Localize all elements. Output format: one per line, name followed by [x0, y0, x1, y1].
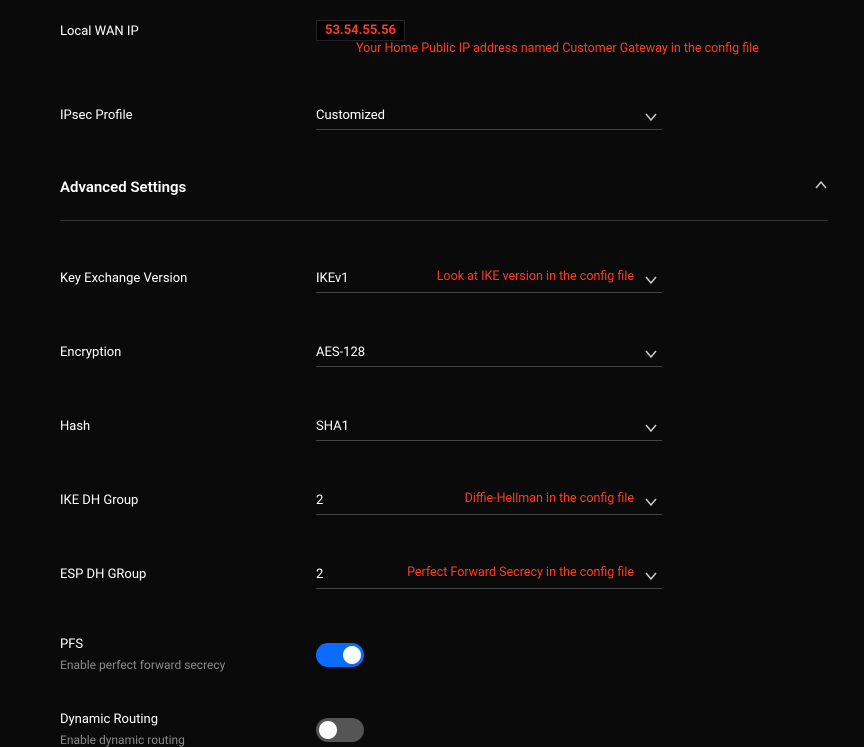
row-dynamic-routing: Dynamic Routing Enable dynamic routing	[60, 712, 828, 747]
esp-dh-select[interactable]: 2 Perfect Forward Secrecy in the config …	[316, 563, 662, 589]
pfs-toggle[interactable]	[316, 643, 364, 667]
advanced-settings-header[interactable]: Advanced Settings	[60, 178, 828, 221]
row-local-wan-ip: Local WAN IP 53.54.55.56 Your Home Publi…	[60, 20, 828, 56]
esp-dh-value: 2	[316, 567, 323, 582]
ipsec-profile-select[interactable]: Customized	[316, 104, 662, 130]
label-encryption: Encryption	[60, 341, 316, 360]
ipsec-profile-value: Customized	[316, 108, 385, 123]
toggle-knob	[343, 646, 361, 664]
label-ike-dh: IKE DH Group	[60, 489, 316, 508]
ike-dh-value: 2	[316, 493, 323, 508]
encryption-select[interactable]: AES-128	[316, 341, 662, 367]
esp-dh-note: Perfect Forward Secrecy in the config fi…	[407, 565, 634, 580]
chevron-down-icon	[644, 421, 658, 439]
label-local-wan-ip: Local WAN IP	[60, 20, 316, 39]
local-wan-ip-input[interactable]: 53.54.55.56	[316, 20, 405, 41]
label-ipsec-profile: IPsec Profile	[60, 104, 316, 123]
sub-pfs: Enable perfect forward secrecy	[60, 658, 316, 672]
hash-select[interactable]: SHA1	[316, 415, 662, 441]
row-pfs: PFS Enable perfect forward secrecy	[60, 637, 828, 672]
advanced-settings-title: Advanced Settings	[60, 178, 186, 196]
row-key-exchange: Key Exchange Version IKEv1 Look at IKE v…	[60, 267, 828, 293]
key-exchange-select[interactable]: IKEv1 Look at IKE version in the config …	[316, 267, 662, 293]
chevron-down-icon	[644, 347, 658, 365]
encryption-value: AES-128	[316, 345, 365, 360]
local-wan-ip-note: Your Home Public IP address named Custom…	[356, 41, 759, 56]
row-encryption: Encryption AES-128	[60, 341, 828, 367]
field-local-wan-ip: 53.54.55.56 Your Home Public IP address …	[316, 20, 828, 56]
ike-dh-note: Diffie-Hellman in the config file	[465, 491, 634, 506]
label-dynamic-routing: Dynamic Routing	[60, 712, 316, 727]
ike-dh-select[interactable]: 2 Diffie-Hellman in the config file	[316, 489, 662, 515]
chevron-down-icon	[644, 569, 658, 587]
chevron-down-icon	[644, 110, 658, 128]
toggle-knob	[319, 721, 337, 739]
row-ike-dh: IKE DH Group 2 Diffie-Hellman in the con…	[60, 489, 828, 515]
key-exchange-value: IKEv1	[316, 271, 349, 286]
key-exchange-note: Look at IKE version in the config file	[437, 269, 634, 284]
hash-value: SHA1	[316, 419, 349, 434]
chevron-up-icon	[814, 178, 828, 196]
row-hash: Hash SHA1	[60, 415, 828, 441]
row-ipsec-profile: IPsec Profile Customized	[60, 104, 828, 130]
chevron-down-icon	[644, 495, 658, 513]
row-esp-dh: ESP DH GRoup 2 Perfect Forward Secrecy i…	[60, 563, 828, 589]
label-hash: Hash	[60, 415, 316, 434]
chevron-down-icon	[644, 273, 658, 291]
label-esp-dh: ESP DH GRoup	[60, 563, 316, 582]
label-pfs: PFS	[60, 637, 316, 652]
dynamic-routing-toggle[interactable]	[316, 718, 364, 742]
label-key-exchange: Key Exchange Version	[60, 267, 316, 286]
sub-dynamic-routing: Enable dynamic routing	[60, 733, 316, 747]
